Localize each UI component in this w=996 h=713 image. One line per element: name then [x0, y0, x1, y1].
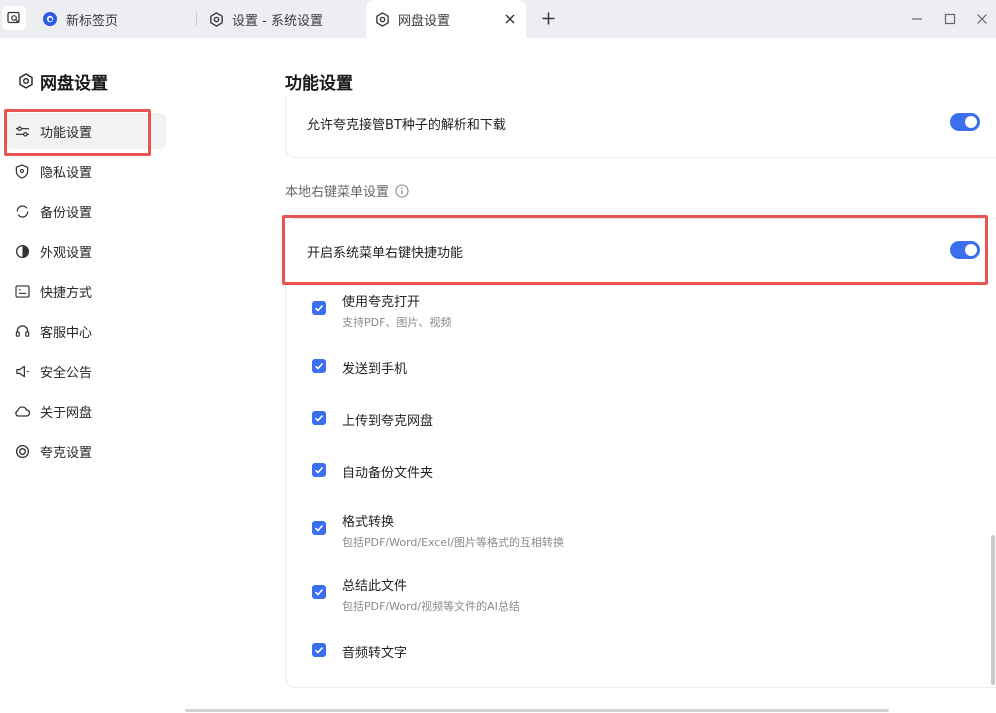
- check-icon: [314, 524, 324, 532]
- maximize-button[interactable]: [940, 9, 960, 29]
- tab-search-button[interactable]: [2, 6, 26, 30]
- sidebar-item-label: 关于网盘: [40, 405, 93, 421]
- option-title: 自动备份文件夹: [342, 466, 434, 481]
- checkbox-summarize-file[interactable]: [312, 585, 326, 599]
- option-desc: 包括PDF/Word/视频等文件的AI总结: [342, 600, 520, 613]
- checkbox-upload-to-drive[interactable]: [312, 411, 326, 425]
- option-title: 使用夸克打开: [342, 295, 421, 310]
- option-desc: 包括PDF/Word/Excel/图片等格式的互相转换: [342, 536, 564, 549]
- sidebar-item-label: 快捷方式: [40, 285, 93, 301]
- section-label-text: 本地右键菜单设置: [285, 185, 390, 200]
- checkbox-format-convert[interactable]: [312, 521, 326, 535]
- sidebar-item-quark-settings[interactable]: 夸克设置: [6, 433, 166, 469]
- sidebar-title-text: 网盘设置: [40, 73, 108, 94]
- close-icon: [977, 14, 987, 24]
- section-label: 本地右键菜单设置: [285, 181, 409, 200]
- tab-bar: 新标签页 设置 - 系统设置 网盘设置: [0, 0, 996, 38]
- option-title: 总结此文件: [342, 579, 408, 594]
- sync-icon: [14, 203, 30, 219]
- checkbox-audio-to-text[interactable]: [312, 643, 326, 657]
- sidebar-item-appearance[interactable]: 外观设置: [6, 233, 166, 269]
- sidebar-item-customer-service[interactable]: 客服中心: [6, 313, 166, 349]
- tab-label: 设置 - 系统设置: [232, 13, 323, 29]
- browser-logo-icon: [42, 11, 58, 27]
- tab-label: 新标签页: [66, 13, 119, 29]
- highlight-box: [4, 109, 151, 156]
- sidebar-item-privacy[interactable]: 隐私设置: [6, 153, 166, 189]
- minimize-icon: [912, 18, 922, 20]
- headset-icon: [14, 323, 30, 339]
- check-icon: [314, 588, 324, 596]
- check-icon: [314, 304, 324, 312]
- check-icon: [314, 646, 324, 654]
- highlight-box: [282, 215, 988, 285]
- sidebar-item-label: 夸克设置: [40, 445, 93, 461]
- sidebar-item-label: 隐私设置: [40, 165, 93, 181]
- option-title: 上传到夸克网盘: [342, 414, 434, 429]
- plus-icon: [542, 12, 554, 24]
- maximize-icon: [944, 13, 956, 25]
- settings-icon: [18, 73, 34, 89]
- contrast-icon: [14, 243, 30, 259]
- bt-option-label: 允许夸克接管BT种子的解析和下载: [307, 118, 506, 133]
- option-title: 格式转换: [342, 515, 395, 530]
- option-title: 音频转文字: [342, 646, 408, 661]
- close-icon: [505, 14, 515, 24]
- tab-drive-settings[interactable]: 网盘设置: [366, 0, 526, 38]
- checkbox-auto-backup-folder[interactable]: [312, 463, 326, 477]
- settings-icon: [374, 11, 390, 27]
- cloud-icon: [14, 403, 30, 419]
- vertical-scrollbar[interactable]: [991, 535, 995, 685]
- option-title: 发送到手机: [342, 362, 408, 377]
- info-icon[interactable]: [395, 183, 409, 198]
- sidebar-item-label: 安全公告: [40, 365, 93, 381]
- keyboard-icon: [14, 283, 30, 299]
- sidebar-item-security-notice[interactable]: 安全公告: [6, 353, 166, 389]
- page-title: 功能设置: [285, 74, 353, 94]
- close-tab-button[interactable]: [502, 11, 518, 27]
- speaker-icon: [14, 363, 30, 379]
- checkbox-send-to-phone[interactable]: [312, 359, 326, 373]
- tab-new-tab[interactable]: 新标签页: [42, 0, 196, 38]
- tab-search-icon: [7, 11, 20, 24]
- check-icon: [314, 362, 324, 370]
- sidebar-item-label: 外观设置: [40, 245, 93, 261]
- sidebar-title: 网盘设置: [18, 69, 108, 94]
- option-desc: 支持PDF、图片、视频: [342, 316, 452, 329]
- bt-takeover-toggle[interactable]: [950, 113, 980, 131]
- tab-label: 网盘设置: [398, 13, 451, 29]
- quark-icon: [14, 443, 30, 459]
- sidebar-item-label: 备份设置: [40, 205, 93, 221]
- sidebar-item-about[interactable]: 关于网盘: [6, 393, 166, 429]
- horizontal-scrollbar[interactable]: [185, 709, 889, 712]
- sidebar-item-label: 客服中心: [40, 325, 93, 341]
- checkbox-open-with-quark[interactable]: [312, 301, 326, 315]
- check-icon: [314, 414, 324, 422]
- new-tab-button[interactable]: [538, 8, 558, 28]
- close-window-button[interactable]: [972, 9, 992, 29]
- tab-system-settings[interactable]: 设置 - 系统设置: [208, 0, 362, 38]
- shield-icon: [14, 163, 30, 179]
- sidebar-item-backup[interactable]: 备份设置: [6, 193, 166, 229]
- sidebar-item-shortcuts[interactable]: 快捷方式: [6, 273, 166, 309]
- tab-divider: [196, 12, 197, 26]
- context-menu-card: [285, 218, 996, 688]
- settings-icon: [208, 11, 224, 27]
- minimize-button[interactable]: [907, 9, 927, 29]
- toggle-knob: [965, 116, 977, 128]
- check-icon: [314, 466, 324, 474]
